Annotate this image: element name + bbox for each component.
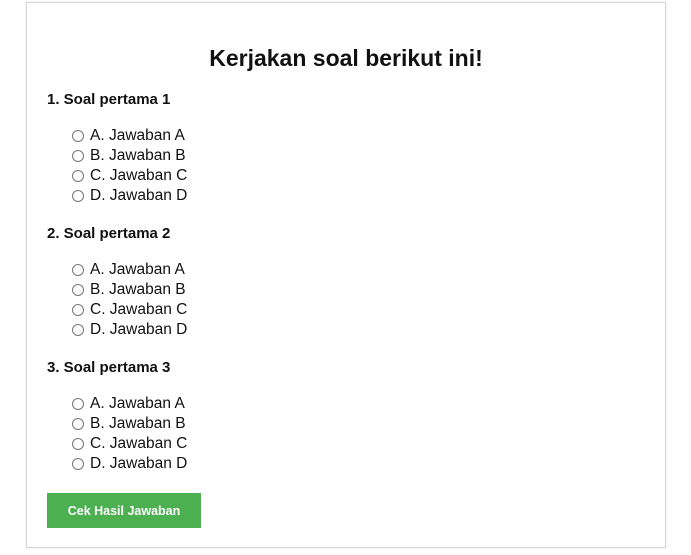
check-answers-button[interactable]: Cek Hasil Jawaban [47, 493, 201, 528]
question-label: 3. Soal pertama 3 [47, 359, 171, 376]
option-label: C. Jawaban C [90, 301, 188, 318]
option-1a[interactable]: A. Jawaban A [72, 126, 647, 146]
answer-options: A. Jawaban A B. Jawaban B C. Jawaban C D… [72, 394, 647, 474]
option-label: D. Jawaban D [90, 455, 188, 472]
radio-button[interactable] [72, 438, 84, 450]
radio-button[interactable] [72, 458, 84, 470]
option-2b[interactable]: B. Jawaban B [72, 280, 647, 300]
option-label: C. Jawaban C [90, 167, 188, 184]
radio-button[interactable] [72, 130, 84, 142]
answer-options: A. Jawaban A B. Jawaban B C. Jawaban C D… [72, 260, 647, 340]
radio-button[interactable] [72, 324, 84, 336]
option-3a[interactable]: A. Jawaban A [72, 394, 647, 414]
option-label: A. Jawaban A [90, 261, 185, 278]
radio-button[interactable] [72, 284, 84, 296]
option-2c[interactable]: C. Jawaban C [72, 300, 647, 320]
question-label: 2. Soal pertama 2 [47, 225, 171, 242]
option-3b[interactable]: B. Jawaban B [72, 414, 647, 434]
option-1c[interactable]: C. Jawaban C [72, 166, 647, 186]
option-label: A. Jawaban A [90, 395, 185, 412]
radio-button[interactable] [72, 264, 84, 276]
option-label: A. Jawaban A [90, 127, 185, 144]
option-1b[interactable]: B. Jawaban B [72, 146, 647, 166]
question-3: 3. Soal pertama 3 A. Jawaban A B. Jawaba… [47, 359, 647, 474]
radio-button[interactable] [72, 150, 84, 162]
option-label: C. Jawaban C [90, 435, 188, 452]
option-2d[interactable]: D. Jawaban D [72, 320, 647, 340]
radio-button[interactable] [72, 304, 84, 316]
option-label: B. Jawaban B [90, 281, 186, 298]
option-label: B. Jawaban B [90, 147, 186, 164]
question-1: 1. Soal pertama 1 A. Jawaban A B. Jawaba… [47, 91, 647, 206]
option-label: B. Jawaban B [90, 415, 186, 432]
radio-button[interactable] [72, 398, 84, 410]
radio-button[interactable] [72, 418, 84, 430]
answer-options: A. Jawaban A B. Jawaban B C. Jawaban C D… [72, 126, 647, 206]
option-3d[interactable]: D. Jawaban D [72, 454, 647, 474]
radio-button[interactable] [72, 190, 84, 202]
option-2a[interactable]: A. Jawaban A [72, 260, 647, 280]
radio-button[interactable] [72, 170, 84, 182]
page-title: Kerjakan soal berikut ini! [209, 45, 483, 71]
option-label: D. Jawaban D [90, 321, 188, 338]
option-1d[interactable]: D. Jawaban D [72, 186, 647, 206]
question-2: 2. Soal pertama 2 A. Jawaban A B. Jawaba… [47, 225, 647, 340]
option-3c[interactable]: C. Jawaban C [72, 434, 647, 454]
option-label: D. Jawaban D [90, 187, 188, 204]
quiz-card: Kerjakan soal berikut ini! 1. Soal perta… [26, 2, 666, 548]
question-label: 1. Soal pertama 1 [47, 91, 171, 108]
